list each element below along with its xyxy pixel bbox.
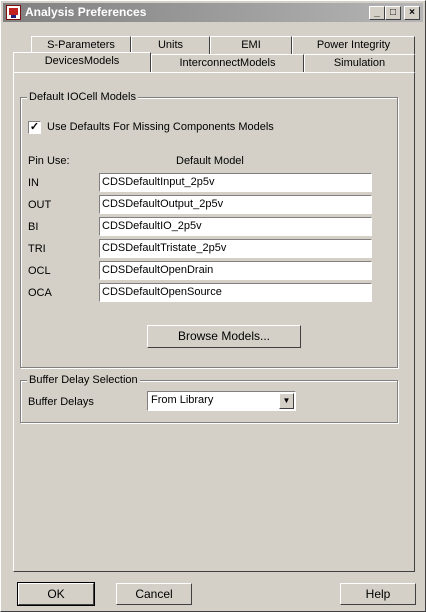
pin-label-in: IN [28,177,39,189]
default-iocell-groupbox: Default IOCell Models ✓ Use Defaults For… [20,91,398,368]
default-model-header: Default Model [176,155,244,167]
buffer-delay-legend: Buffer Delay Selection [27,374,140,386]
buffer-delays-select[interactable]: From Library ▼ [147,391,296,411]
pin-label-bi: BI [28,221,39,233]
model-field-out[interactable]: CDSDefaultOutput_2p5v [99,195,372,214]
use-defaults-label[interactable]: Use Defaults For Missing Components Mode… [47,121,274,133]
pin-label-tri: TRI [28,243,46,255]
buffer-delays-value: From Library [151,394,214,406]
model-field-tri[interactable]: CDSDefaultTristate_2p5v [99,239,372,258]
ok-button[interactable]: OK [17,582,95,606]
maximize-button[interactable]: □ [385,6,401,20]
minimize-button[interactable]: _ [369,6,385,20]
model-field-bi[interactable]: CDSDefaultIO_2p5v [99,217,372,236]
pin-label-oca: OCA [28,287,52,299]
use-defaults-checkbox[interactable]: ✓ [28,121,41,134]
title-bar[interactable]: Analysis Preferences _ □ × [3,3,423,22]
tab-emi[interactable]: EMI [210,36,292,54]
model-field-in[interactable]: CDSDefaultInput_2p5v [99,173,372,192]
help-button[interactable]: Help [340,583,416,605]
cancel-button[interactable]: Cancel [116,583,192,605]
model-field-ocl[interactable]: CDSDefaultOpenDrain [99,261,372,280]
buffer-delay-groupbox: Buffer Delay Selection Buffer Delays Fro… [20,374,398,423]
app-icon [6,5,21,20]
tab-power-integrity[interactable]: Power Integrity [292,36,415,54]
devices-models-panel: Default IOCell Models ✓ Use Defaults For… [13,72,415,572]
buffer-delays-label: Buffer Delays [28,396,94,408]
close-button[interactable]: × [404,6,420,20]
tab-interconnect-models[interactable]: InterconnectModels [151,54,304,72]
pin-use-header: Pin Use: [28,155,70,167]
tab-devices-models[interactable]: DevicesModels [13,52,151,72]
default-iocell-legend: Default IOCell Models [27,91,138,103]
pin-label-out: OUT [28,199,52,211]
browse-models-button[interactable]: Browse Models... [147,325,301,348]
chevron-down-icon[interactable]: ▼ [279,393,294,409]
tab-simulation[interactable]: Simulation [304,54,415,72]
model-field-oca[interactable]: CDSDefaultOpenSource [99,283,372,302]
pin-label-ocl: OCL [28,265,51,277]
checkmark-icon: ✓ [29,121,40,133]
window-title: Analysis Preferences [25,5,147,19]
analysis-preferences-window: Analysis Preferences _ □ × S-Parameters … [0,0,426,612]
